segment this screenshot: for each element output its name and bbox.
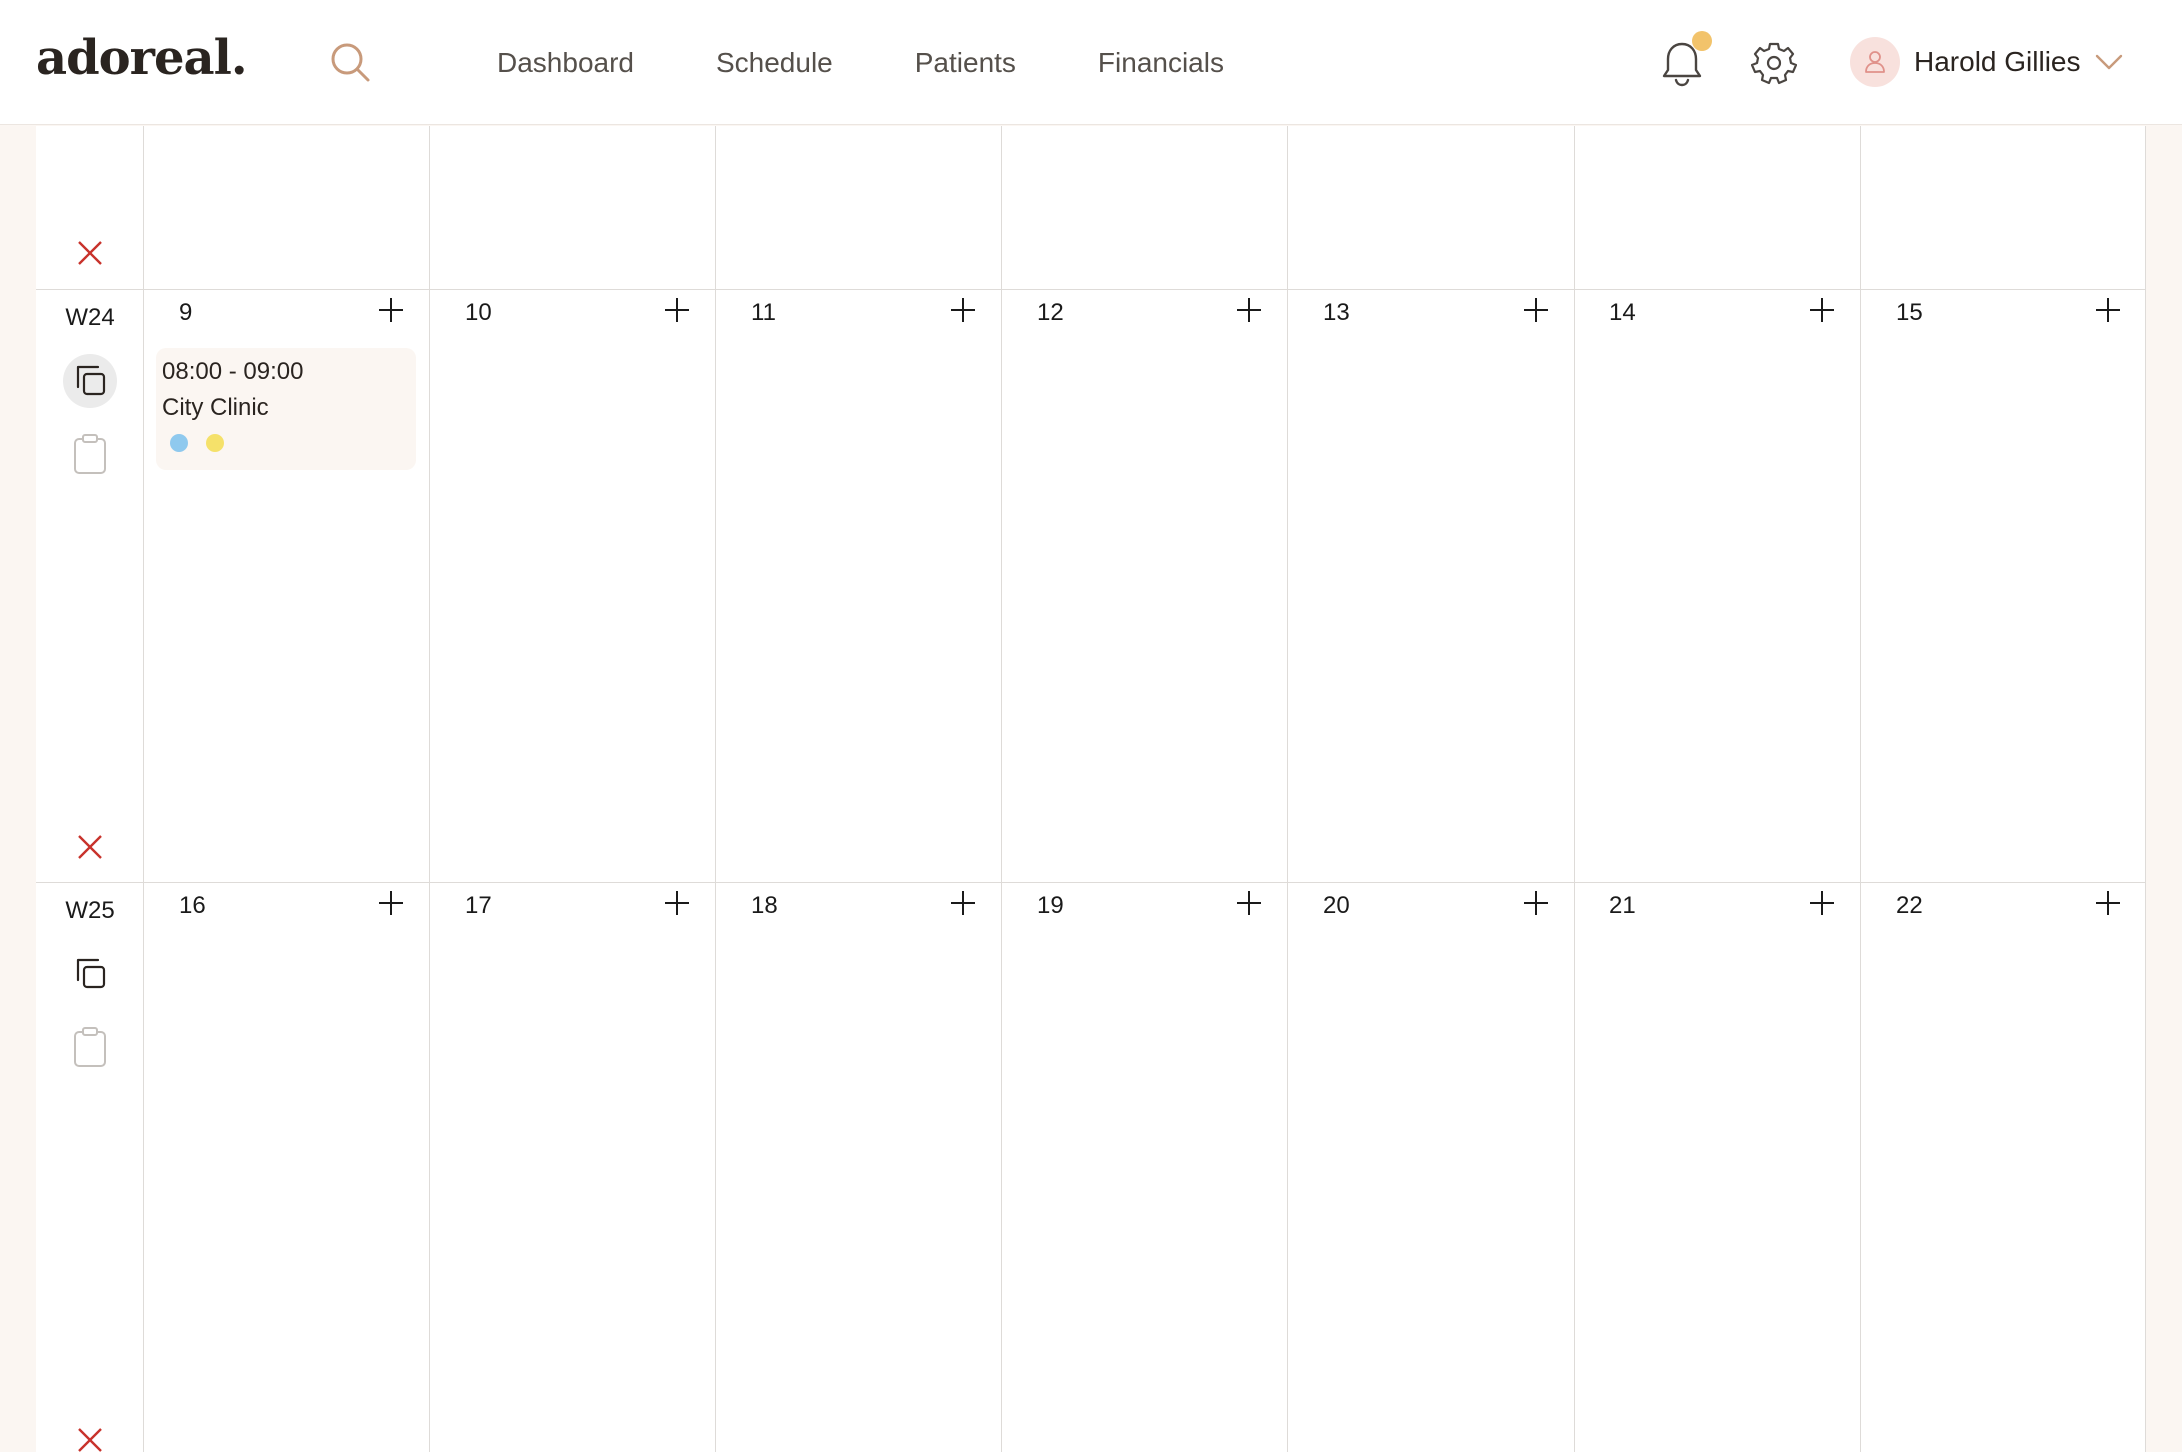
delete-week-icon[interactable] — [74, 1424, 106, 1452]
gear-icon[interactable] — [1750, 40, 1798, 86]
top-bar: adoreal. Dashboard Schedule Patients Fin… — [0, 0, 2182, 125]
day-number: 11 — [751, 299, 776, 326]
day-number: 22 — [1896, 892, 1923, 919]
add-icon[interactable] — [949, 296, 977, 324]
copy-icon — [76, 958, 106, 989]
nav-patients[interactable]: Patients — [915, 47, 1016, 79]
user-menu[interactable]: Harold Gillies — [1850, 37, 2123, 87]
day-number: 21 — [1609, 892, 1636, 919]
appointment-card[interactable]: 08:00 - 09:00 City Clinic — [156, 348, 416, 470]
add-icon[interactable] — [663, 889, 691, 917]
clipboard-icon[interactable] — [72, 1026, 108, 1068]
day-number: 12 — [1037, 299, 1064, 326]
delete-week-icon[interactable] — [74, 831, 106, 863]
notification-badge — [1692, 31, 1712, 51]
clipboard-icon[interactable] — [72, 433, 108, 475]
add-icon[interactable] — [1522, 889, 1550, 917]
copy-week-button[interactable] — [63, 354, 117, 408]
day-number: 19 — [1037, 892, 1064, 919]
add-icon[interactable] — [1808, 889, 1836, 917]
avatar — [1850, 37, 1900, 87]
day-number: 20 — [1323, 892, 1350, 919]
add-icon[interactable] — [1522, 296, 1550, 324]
add-icon[interactable] — [1235, 296, 1263, 324]
main-nav: Dashboard Schedule Patients Financials — [497, 0, 1306, 125]
day-number: 9 — [179, 299, 193, 326]
search-icon[interactable] — [328, 40, 374, 86]
day-number: 10 — [465, 299, 492, 326]
copy-week-button[interactable] — [63, 947, 117, 1001]
appointment-tags — [170, 434, 410, 452]
nav-financials[interactable]: Financials — [1098, 47, 1224, 79]
delete-week-icon[interactable] — [74, 237, 106, 269]
copy-icon — [76, 365, 106, 396]
add-icon[interactable] — [1235, 889, 1263, 917]
app-logo[interactable]: adoreal. — [36, 30, 248, 86]
add-icon[interactable] — [1808, 296, 1836, 324]
nav-dashboard[interactable]: Dashboard — [497, 47, 634, 79]
week-label: W25 — [65, 897, 115, 924]
user-name: Harold Gillies — [1914, 46, 2081, 77]
day-number: 15 — [1896, 299, 1923, 326]
calendar-grid: W24 9 10 11 12 13 14 15 08:00 - 09:00 Ci… — [36, 126, 2146, 1452]
day-number: 18 — [751, 892, 778, 919]
add-icon[interactable] — [663, 296, 691, 324]
day-number: 17 — [465, 892, 492, 919]
day-number: 14 — [1609, 299, 1636, 326]
add-icon[interactable] — [949, 889, 977, 917]
day-number: 16 — [179, 892, 206, 919]
tag-dot-yellow — [206, 434, 224, 452]
week-label: W24 — [65, 304, 115, 331]
user-icon — [1865, 51, 1885, 73]
appointment-time: 08:00 - 09:00 — [162, 358, 304, 385]
add-icon[interactable] — [377, 889, 405, 917]
nav-schedule[interactable]: Schedule — [716, 47, 833, 79]
chevron-down-icon[interactable] — [2095, 53, 2123, 71]
add-icon[interactable] — [2094, 296, 2122, 324]
tag-dot-blue — [170, 434, 188, 452]
day-number: 13 — [1323, 299, 1350, 326]
add-icon[interactable] — [2094, 889, 2122, 917]
add-icon[interactable] — [377, 296, 405, 324]
appointment-location: City Clinic — [162, 394, 269, 421]
